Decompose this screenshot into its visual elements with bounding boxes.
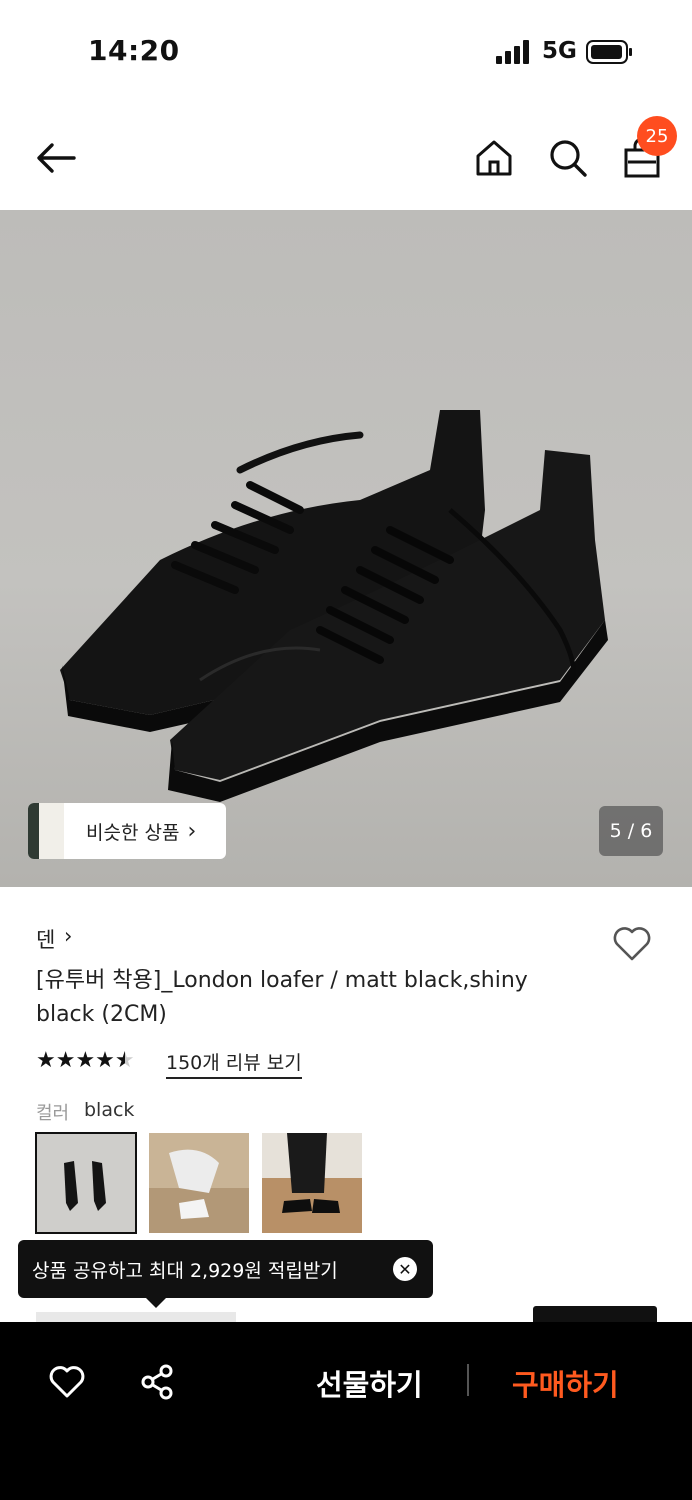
- gift-button[interactable]: 선물하기: [316, 1362, 423, 1404]
- swatch-image: [149, 1133, 249, 1233]
- loafer-photo: [0, 210, 692, 887]
- battery-icon: [586, 40, 632, 64]
- tooltip-arrow: [146, 1298, 166, 1308]
- close-icon[interactable]: ✕: [393, 1257, 417, 1281]
- brand-name[interactable]: 덴: [36, 924, 55, 954]
- share-icon[interactable]: [138, 1362, 178, 1402]
- status-time: 14:20: [88, 34, 180, 67]
- coupon-button-partial[interactable]: [533, 1306, 657, 1322]
- color-swatch-white[interactable]: [149, 1133, 249, 1233]
- image-counter: 5 / 6: [599, 806, 663, 856]
- bottom-action-bar: 선물하기 구매하기: [0, 1322, 692, 1500]
- cart-count-badge: 25: [637, 116, 677, 156]
- buy-button[interactable]: 구매하기: [512, 1362, 619, 1404]
- color-swatch-model[interactable]: [262, 1133, 362, 1233]
- product-image[interactable]: 비슷한 상품 › 5 / 6: [0, 210, 692, 887]
- product-title: [유투버 착용]_London loafer / matt black,shin…: [36, 968, 528, 1027]
- swatch-image: [36, 1133, 136, 1233]
- color-label: 컬러: [36, 1103, 70, 1124]
- stars-full: ★★★★★: [36, 1048, 135, 1073]
- tooltip-text: 상품 공유하고 최대 2,929원 적립받기: [32, 1259, 338, 1282]
- review-link[interactable]: 150개 리뷰 보기: [166, 1048, 302, 1079]
- wishlist-heart-icon[interactable]: [610, 922, 654, 966]
- color-swatch-black[interactable]: [35, 1132, 137, 1234]
- star-rating: ★★★★★: [36, 1048, 135, 1073]
- share-reward-tooltip: 상품 공유하고 최대 2,929원 적립받기 ✕: [18, 1240, 433, 1308]
- back-arrow-icon[interactable]: [32, 134, 80, 182]
- status-bar: 14:20 5G: [0, 0, 692, 100]
- network-type: 5G: [542, 38, 577, 64]
- chevron-right-icon: ›: [187, 818, 197, 844]
- similar-products-button[interactable]: 비슷한 상품 ›: [28, 803, 226, 859]
- price-partial: [36, 1312, 236, 1322]
- signal-icon: [496, 40, 529, 64]
- home-icon[interactable]: [470, 134, 518, 182]
- brand-chevron-icon[interactable]: ›: [64, 924, 72, 948]
- heart-icon[interactable]: [47, 1362, 87, 1402]
- color-value: black: [84, 1099, 135, 1121]
- similar-thumbnail: [28, 803, 64, 859]
- search-icon[interactable]: [544, 134, 592, 182]
- divider: [467, 1364, 469, 1396]
- swatch-image: [262, 1133, 362, 1233]
- similar-label: 비슷한 상품: [86, 821, 180, 844]
- top-nav: [0, 104, 692, 210]
